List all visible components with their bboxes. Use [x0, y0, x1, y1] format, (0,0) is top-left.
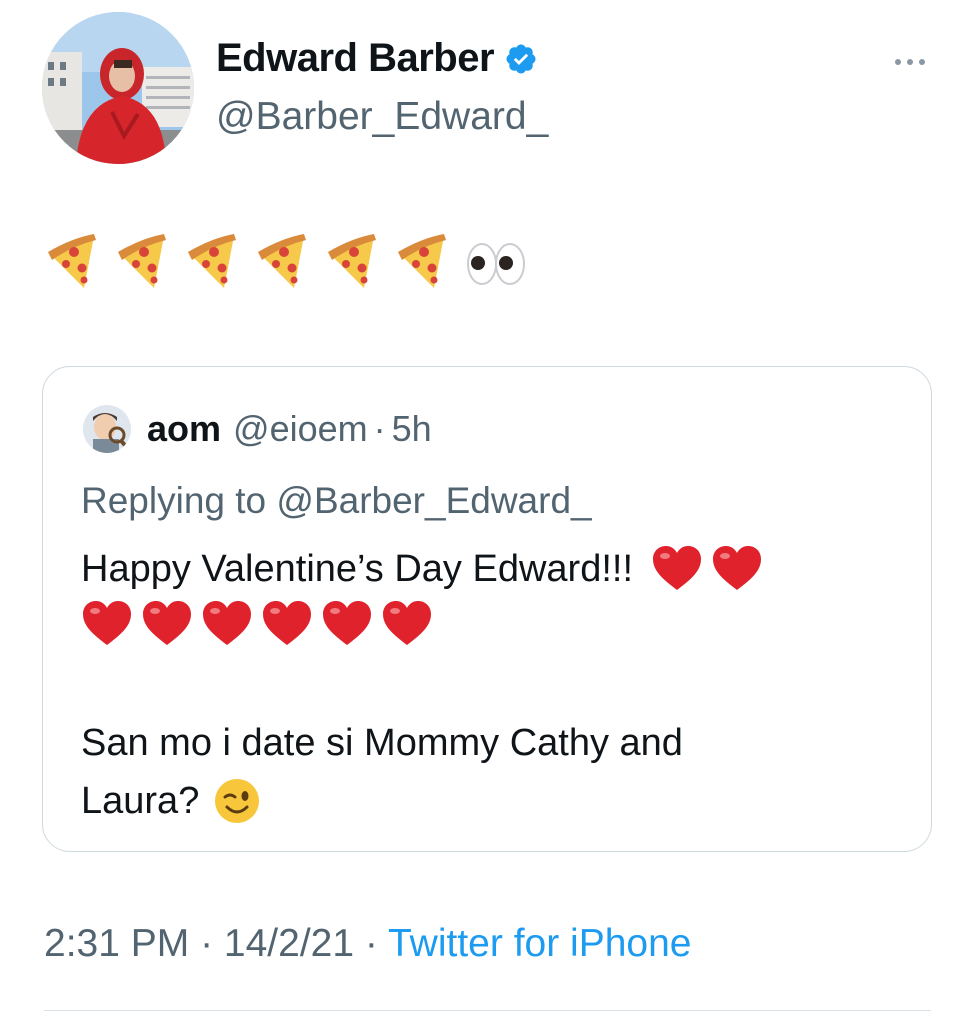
tweet-source-link[interactable]: Twitter for iPhone — [388, 922, 691, 965]
heart-emoji-icon — [263, 601, 311, 645]
author-avatar[interactable] — [42, 12, 194, 164]
more-options-icon[interactable] — [890, 52, 930, 72]
quoted-text-line-4: Laura? — [81, 773, 261, 829]
quoted-text-line4: Laura? — [81, 780, 200, 822]
pizza-emoji-icon — [48, 234, 96, 288]
quoted-hearts-line — [81, 599, 441, 649]
heart-emoji-icon — [383, 601, 431, 645]
tweet-meta: 2:31 PM · 14/2/21 · Twitter for iPhone — [44, 922, 691, 966]
quoted-timestamp[interactable]: 5h — [392, 408, 432, 450]
pizza-emoji-icon — [398, 234, 446, 288]
pizza-emoji-icon — [328, 234, 376, 288]
replying-to: Replying to @Barber_Edward_ — [81, 480, 592, 522]
winking-face-emoji-icon — [215, 779, 260, 823]
tweet-text — [44, 230, 528, 294]
tweet-time[interactable]: 2:31 PM — [44, 922, 189, 965]
quoted-text-line-3: San mo i date si Mommy Cathy and — [81, 715, 683, 771]
heart-emoji-icon — [653, 546, 702, 590]
quoted-text-line-1: Happy Valentine’s Day Edward!!! — [81, 541, 771, 597]
tweet-date[interactable]: 14/2/21 — [224, 922, 354, 965]
quoted-text-line3: San mo i date si Mommy Cathy and — [81, 722, 683, 764]
verified-badge-icon — [504, 42, 538, 76]
pizza-emoji-icon — [188, 234, 236, 288]
quoted-author-name[interactable]: aom — [147, 408, 221, 450]
divider — [44, 1010, 931, 1011]
quoted-author-handle[interactable]: @eioem — [233, 408, 368, 450]
heart-emoji-icon — [143, 601, 191, 645]
pizza-emoji-icon — [118, 234, 166, 288]
quoted-tweet-header: aom @eioem · 5h — [83, 405, 432, 453]
quoted-separator: · — [373, 408, 386, 449]
replying-to-mention[interactable]: @Barber_Edward_ — [276, 480, 591, 521]
heart-emoji-icon — [83, 601, 131, 645]
eyes-emoji-icon — [467, 243, 525, 285]
heart-emoji-icon — [713, 546, 762, 590]
meta-separator: · — [189, 922, 224, 965]
heart-emoji-icon — [203, 601, 251, 645]
author-display-name[interactable]: Edward Barber — [216, 36, 495, 81]
author-handle[interactable]: @Barber_Edward_ — [216, 95, 548, 139]
quoted-text-line1: Happy Valentine’s Day Edward!!! — [81, 548, 634, 590]
quoted-avatar[interactable] — [83, 405, 131, 453]
pizza-emoji-icon — [258, 234, 306, 288]
author-name-row: Edward Barber — [216, 36, 538, 81]
heart-emoji-icon — [323, 601, 371, 645]
replying-to-prefix: Replying to — [81, 480, 277, 521]
quoted-tweet-card[interactable]: aom @eioem · 5h Replying to @Barber_Edwa… — [42, 366, 932, 852]
meta-separator: · — [354, 922, 389, 965]
